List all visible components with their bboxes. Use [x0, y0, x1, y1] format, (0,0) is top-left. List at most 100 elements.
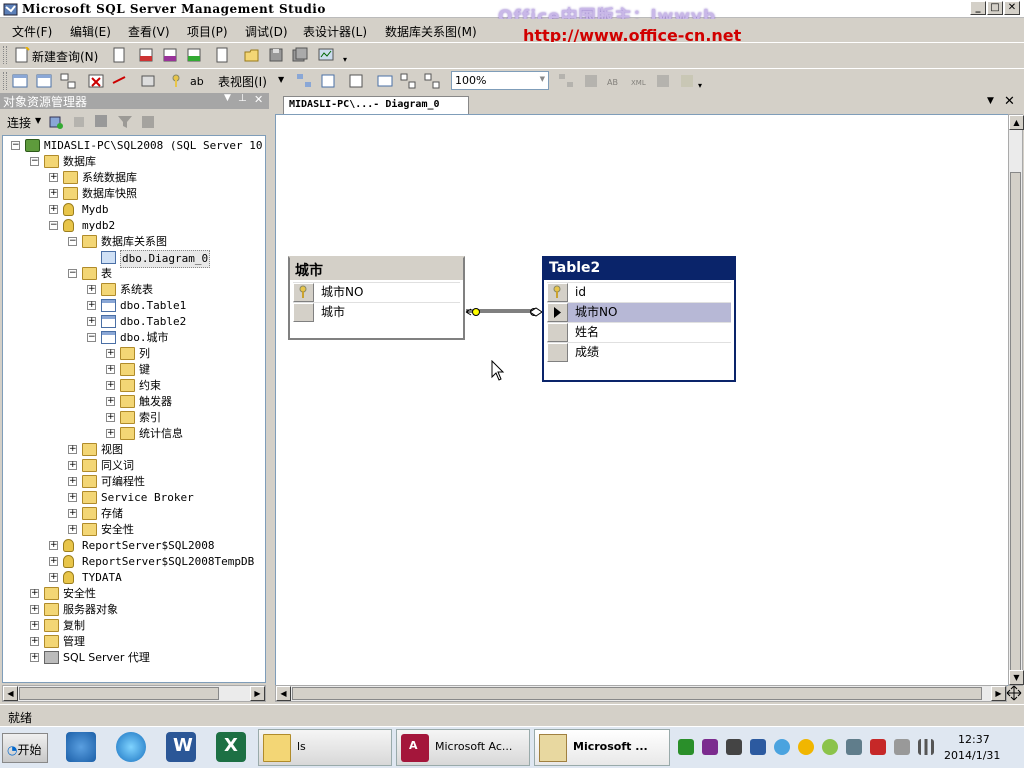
- save-icon[interactable]: [268, 47, 284, 63]
- tray-app-icon[interactable]: [726, 739, 742, 755]
- expand-icon[interactable]: +: [30, 637, 39, 646]
- tray-app-icon[interactable]: [774, 739, 790, 755]
- expand-icon[interactable]: +: [68, 445, 77, 454]
- close-button[interactable]: ✕: [1004, 1, 1020, 15]
- expand-icon[interactable]: +: [106, 365, 115, 374]
- xmla-query-icon[interactable]: [186, 47, 202, 63]
- collapse-icon[interactable]: −: [87, 333, 96, 342]
- menu-debug[interactable]: 调试(D): [245, 23, 288, 40]
- diagram-horizontal-scrollbar[interactable]: ◀ ▶: [275, 685, 1007, 702]
- refresh-icon[interactable]: [140, 114, 156, 130]
- filter-icon[interactable]: [117, 114, 133, 130]
- expand-icon[interactable]: +: [68, 461, 77, 470]
- edit-label-icon[interactable]: ab: [190, 73, 206, 89]
- save-all-icon[interactable]: [292, 47, 308, 63]
- scroll-right-icon[interactable]: ▶: [991, 686, 1006, 701]
- expand-icon[interactable]: +: [106, 429, 115, 438]
- expand-icon[interactable]: +: [49, 573, 58, 582]
- menu-table-designer[interactable]: 表设计器(L): [303, 23, 367, 40]
- new-query-button[interactable]: 新建查询(N): [32, 48, 98, 65]
- network-icon[interactable]: [918, 739, 934, 755]
- scrollbar-thumb[interactable]: [292, 687, 982, 700]
- ie-browser-icon[interactable]: [116, 732, 146, 762]
- scroll-down-icon[interactable]: ▼: [1009, 670, 1024, 685]
- expand-icon[interactable]: +: [49, 173, 58, 182]
- expand-icon[interactable]: +: [68, 493, 77, 502]
- expand-icon[interactable]: +: [87, 301, 96, 310]
- tray-app-icon[interactable]: [846, 739, 862, 755]
- expand-icon[interactable]: +: [49, 557, 58, 566]
- row-selector[interactable]: [547, 323, 568, 342]
- menu-file[interactable]: 文件(F): [12, 23, 52, 40]
- active-files-dropdown-icon[interactable]: ▼: [987, 96, 994, 106]
- speaker-icon[interactable]: [894, 739, 910, 755]
- diagram-column-row[interactable]: 城市: [293, 302, 460, 322]
- collapse-icon[interactable]: −: [30, 157, 39, 166]
- manage-fulltext-icon[interactable]: AB: [607, 73, 623, 89]
- row-selector[interactable]: [293, 303, 314, 322]
- menu-project[interactable]: 项目(P): [187, 23, 228, 40]
- collapse-icon[interactable]: −: [11, 141, 20, 150]
- row-selector[interactable]: [547, 343, 568, 362]
- expand-icon[interactable]: +: [87, 317, 96, 326]
- network-monitor-icon[interactable]: [678, 739, 694, 755]
- task-ls-folder[interactable]: ls: [258, 729, 392, 766]
- add-related-tables-icon[interactable]: [60, 73, 76, 89]
- chevron-down-icon[interactable]: ▼: [540, 75, 545, 83]
- expand-icon[interactable]: +: [30, 653, 39, 662]
- menu-view[interactable]: 查看(V): [128, 23, 170, 40]
- connect-button[interactable]: 连接: [7, 114, 31, 131]
- expand-icon[interactable]: +: [106, 397, 115, 406]
- delete-table-icon[interactable]: [88, 73, 104, 89]
- chevron-down-icon[interactable]: ▼: [35, 116, 41, 125]
- security-icon[interactable]: [870, 739, 886, 755]
- onenote-icon[interactable]: [702, 739, 718, 755]
- mdx-query-icon[interactable]: [138, 47, 154, 63]
- row-pointer-icon[interactable]: [547, 303, 568, 322]
- panel-dropdown-icon[interactable]: ▼: [224, 93, 231, 103]
- scrollbar-thumb[interactable]: [1010, 172, 1021, 675]
- start-button[interactable]: ◔开始: [2, 733, 48, 763]
- explorer-horizontal-scrollbar[interactable]: ◀ ▶: [2, 685, 266, 702]
- arrange-tables-icon[interactable]: [296, 73, 312, 89]
- remove-from-diagram-icon[interactable]: [111, 73, 127, 89]
- generate-script-icon[interactable]: [140, 73, 156, 89]
- task-ssms[interactable]: Microsoft ...: [534, 729, 670, 766]
- connect-object-explorer-icon[interactable]: [48, 114, 64, 130]
- sqlce-query-icon[interactable]: [214, 47, 230, 63]
- manage-spatial-indexes-icon[interactable]: [679, 73, 695, 89]
- collapse-icon[interactable]: −: [68, 269, 77, 278]
- clock-time[interactable]: 12:37: [958, 733, 990, 746]
- toolbar-grip[interactable]: [3, 72, 7, 90]
- minimize-button[interactable]: _: [970, 1, 986, 15]
- manage-indexes-icon[interactable]: [583, 73, 599, 89]
- relationships-icon[interactable]: [558, 73, 574, 89]
- recalculate-page-breaks-icon[interactable]: [424, 73, 440, 89]
- diagram-table-table2[interactable]: Table2 id 城市NO 姓名 成绩: [542, 256, 736, 382]
- tab-diagram-0[interactable]: MIDASLI-PC\...- Diagram_0: [283, 96, 469, 114]
- manage-check-constraints-icon[interactable]: [655, 73, 671, 89]
- scroll-left-icon[interactable]: ◀: [276, 686, 291, 701]
- expand-icon[interactable]: +: [49, 189, 58, 198]
- disconnect-icon[interactable]: [72, 114, 88, 130]
- expand-icon[interactable]: +: [68, 525, 77, 534]
- manage-xml-indexes-icon[interactable]: XML: [631, 73, 647, 89]
- excel-icon[interactable]: X: [216, 732, 246, 762]
- panel-close-icon[interactable]: ✕: [254, 93, 263, 106]
- menu-edit[interactable]: 编辑(E): [70, 23, 111, 40]
- relationship-connector[interactable]: [276, 115, 1010, 687]
- qq-icon[interactable]: [798, 739, 814, 755]
- collapse-icon[interactable]: −: [68, 237, 77, 246]
- scroll-up-icon[interactable]: ▲: [1009, 115, 1024, 130]
- diagram-column-row[interactable]: id: [547, 282, 731, 302]
- maximize-button[interactable]: □: [987, 1, 1003, 15]
- menu-database-diagram[interactable]: 数据库关系图(M): [385, 23, 477, 40]
- activity-monitor-icon[interactable]: [318, 47, 334, 63]
- dmx-query-icon[interactable]: [162, 47, 178, 63]
- clock-date[interactable]: 2014/1/31: [944, 749, 1000, 762]
- object-tree[interactable]: − MIDASLI-PC\SQL2008 (SQL Server 10.50. − 数…: [2, 135, 266, 683]
- diagram-column-row[interactable]: 城市NO: [547, 302, 731, 322]
- expand-icon[interactable]: +: [106, 349, 115, 358]
- diagram-canvas[interactable]: 城市 城市NO 城市 Table2 id 城市NO 姓名 成绩: [275, 114, 1009, 686]
- scroll-left-icon[interactable]: ◀: [3, 686, 18, 701]
